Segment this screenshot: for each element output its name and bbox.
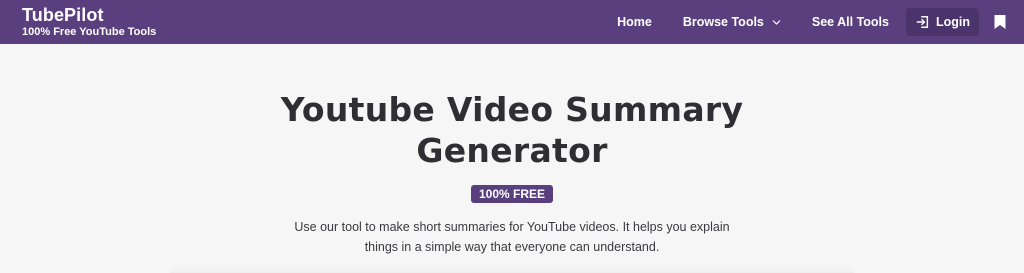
top-navbar: TubePilot 100% Free YouTube Tools Home B… — [0, 0, 1024, 44]
login-button[interactable]: Login — [905, 8, 979, 36]
page-description: Use our tool to make short summaries for… — [294, 220, 730, 254]
login-icon — [916, 16, 929, 28]
free-badge: 100% FREE — [470, 185, 554, 203]
brand-tagline: 100% Free YouTube Tools — [22, 26, 157, 38]
nav-see-all-tools-link[interactable]: See All Tools — [812, 15, 889, 29]
brand-logo[interactable]: TubePilot 100% Free YouTube Tools — [22, 6, 156, 38]
bookmark-icon[interactable] — [993, 14, 1007, 30]
login-label: Login — [935, 15, 970, 29]
main-nav: Home Browse Tools See All Tools Login — [617, 0, 1007, 44]
nav-home-link[interactable]: Home — [617, 15, 652, 29]
hero-section: Youtube Video Summary Generator 100% FRE… — [0, 44, 1024, 273]
page-title: Youtube Video Summary Generator — [280, 90, 744, 170]
brand-name: TubePilot — [22, 5, 104, 25]
nav-browse-tools-label: Browse Tools — [682, 15, 764, 29]
chevron-down-icon — [772, 19, 781, 25]
nav-browse-tools-dropdown[interactable]: Browse Tools — [683, 15, 781, 29]
content-card-edge — [170, 267, 854, 273]
